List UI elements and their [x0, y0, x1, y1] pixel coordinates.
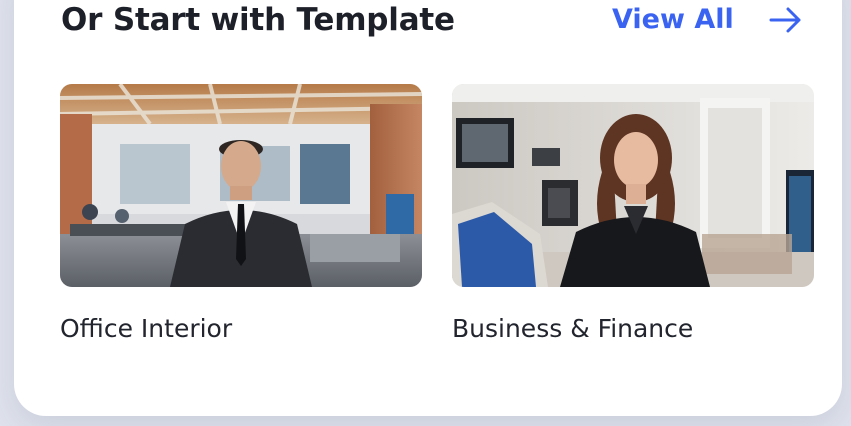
view-all-link[interactable]: View All	[612, 4, 804, 35]
template-label: Business & Finance	[452, 314, 694, 343]
template-card-office-interior[interactable]: Office Interior	[60, 84, 422, 343]
business-finance-thumbnail	[452, 84, 814, 287]
office-interior-thumbnail	[60, 84, 422, 287]
template-label: Office Interior	[60, 314, 233, 343]
template-card-business-finance[interactable]: Business & Finance	[452, 84, 814, 343]
section-title: Or Start with Template	[61, 2, 455, 38]
view-all-label: View All	[612, 4, 734, 35]
arrow-right-icon	[769, 7, 801, 32]
